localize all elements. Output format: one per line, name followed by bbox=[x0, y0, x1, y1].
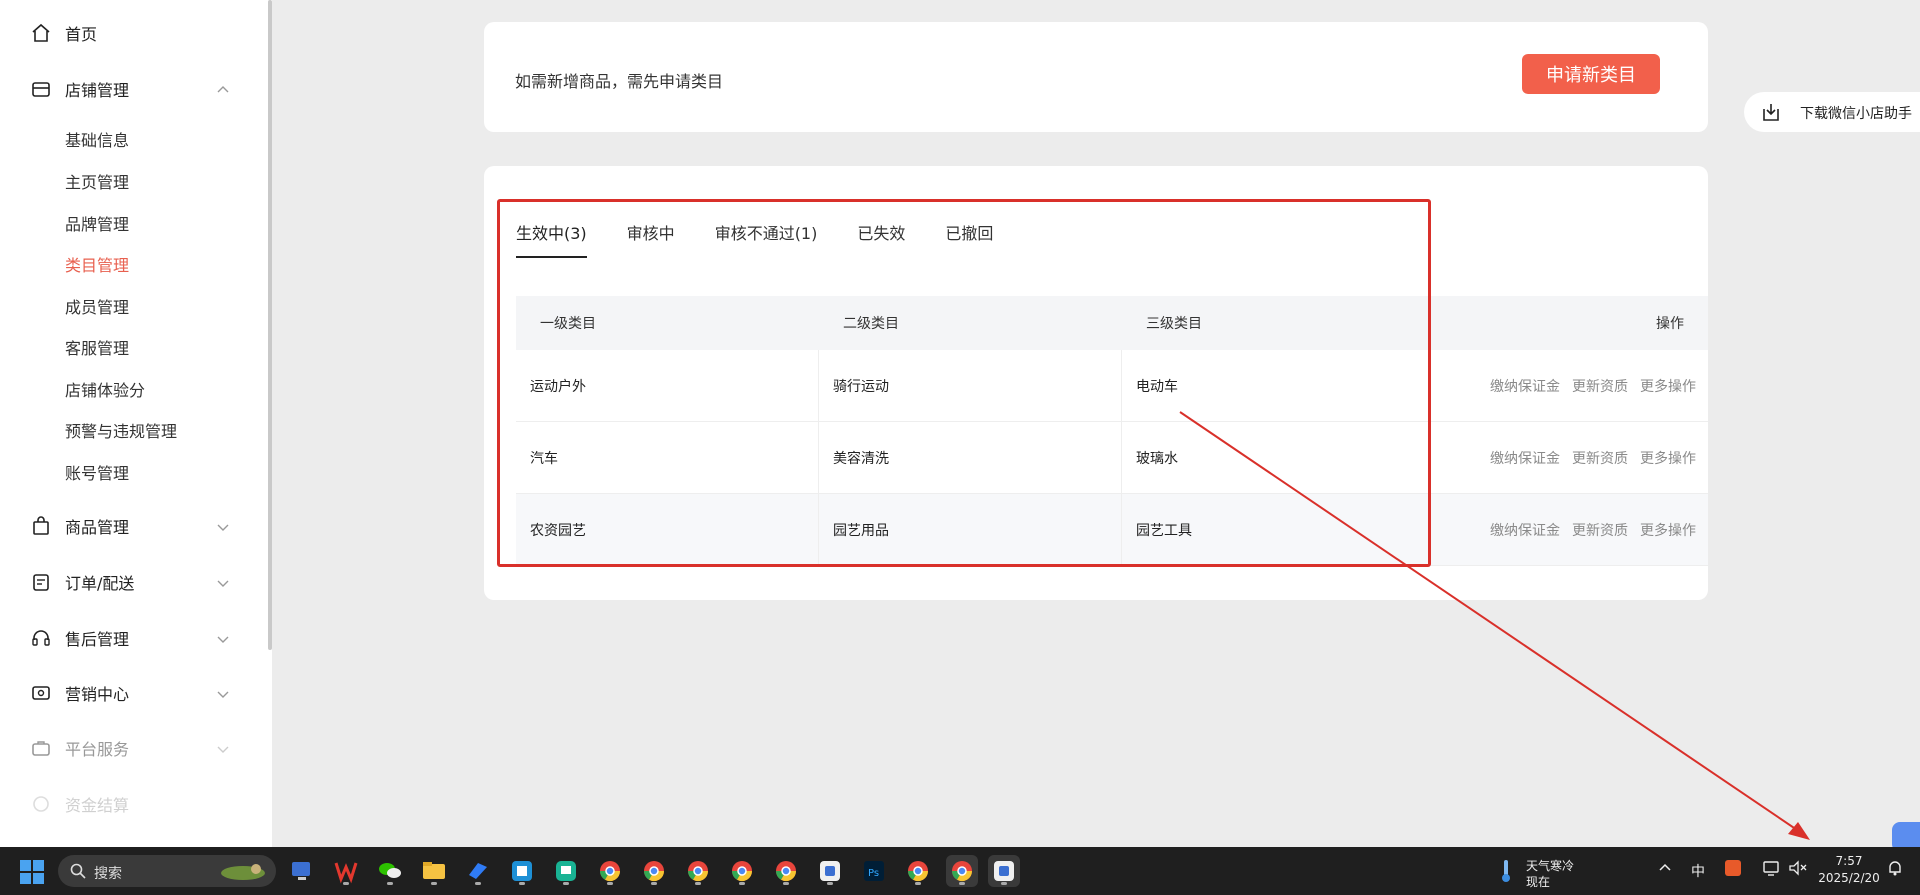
weather-time: 现在 bbox=[1526, 875, 1551, 889]
chevron-down-icon bbox=[216, 741, 230, 755]
apply-hint: 如需新增商品，需先申请类目 bbox=[515, 72, 724, 91]
sidebar-item-members[interactable]: 成员管理 bbox=[65, 294, 129, 318]
nav-marketing[interactable]: 营销中心 bbox=[0, 673, 250, 713]
sidebar-item-experience-score[interactable]: 店铺体验分 bbox=[65, 377, 145, 401]
order-icon bbox=[30, 571, 52, 593]
sidebar-item-basic-info[interactable]: 基础信息 bbox=[65, 127, 129, 151]
headset-icon bbox=[30, 627, 52, 649]
volume-muted-icon[interactable] bbox=[1788, 859, 1808, 881]
chevron-down-icon bbox=[216, 519, 230, 533]
nav-orders-label: 订单/配送 bbox=[65, 574, 135, 593]
ime-indicator[interactable]: 中 bbox=[1691, 861, 1705, 881]
download-assistant-label: 下载微信小店助手 bbox=[1800, 106, 1912, 122]
search-icon bbox=[70, 863, 86, 879]
taskbar-search-label: 搜索 bbox=[94, 866, 122, 882]
weather-widget[interactable]: 天气寒冷 现在 bbox=[1500, 855, 1590, 889]
nav-platform-label: 平台服务 bbox=[65, 740, 130, 759]
sidebar-item-homepage[interactable]: 主页管理 bbox=[65, 169, 129, 193]
more-actions-link[interactable]: 更多操作 bbox=[1640, 448, 1696, 468]
taskbar-app-chrome-icon[interactable] bbox=[726, 855, 758, 887]
nav-aftersale-label: 售后管理 bbox=[65, 630, 130, 649]
sidebar-scrollbar[interactable] bbox=[268, 0, 272, 650]
nav-aftersale[interactable]: 售后管理 bbox=[0, 618, 250, 658]
taskbar-app-folder-icon[interactable] bbox=[418, 855, 450, 887]
header-ops: 操作 bbox=[1656, 316, 1684, 332]
nav-product[interactable]: 商品管理 bbox=[0, 506, 250, 546]
briefcase-icon bbox=[30, 737, 52, 759]
tray-expand-icon[interactable] bbox=[1658, 861, 1672, 879]
search-highlight-icon bbox=[218, 859, 268, 883]
chevron-down-icon bbox=[216, 575, 230, 589]
taskbar-app-green-icon[interactable] bbox=[550, 855, 582, 887]
taskbar-app-blue-icon[interactable] bbox=[506, 855, 538, 887]
home-icon bbox=[30, 22, 52, 44]
taskbar-app-photoshop-icon[interactable]: Ps bbox=[858, 855, 890, 887]
sidebar-item-warnings[interactable]: 预警与违规管理 bbox=[65, 418, 177, 442]
taskbar-app-chrome-icon[interactable] bbox=[770, 855, 802, 887]
weather-condition: 天气寒冷 bbox=[1526, 859, 1575, 873]
more-actions-link[interactable]: 更多操作 bbox=[1640, 376, 1696, 396]
taskbar: 搜索 Ps 天气寒冷 现在 中 7:57 2025/2/20 bbox=[0, 847, 1920, 895]
update-qualification-link[interactable]: 更新资质 bbox=[1572, 448, 1628, 468]
taskbar-app-chrome-icon[interactable] bbox=[946, 855, 978, 887]
taskbar-app-white-icon[interactable] bbox=[814, 855, 846, 887]
nav-store-label: 店铺管理 bbox=[65, 81, 130, 100]
row-actions: 缴纳保证金 更新资质 更多操作 bbox=[1425, 422, 1708, 493]
row-actions: 缴纳保证金 更新资质 更多操作 bbox=[1425, 350, 1708, 421]
taskbar-app-chrome-icon[interactable] bbox=[594, 855, 626, 887]
pay-deposit-link[interactable]: 缴纳保证金 bbox=[1490, 520, 1560, 540]
nav-orders[interactable]: 订单/配送 bbox=[0, 562, 250, 602]
sogou-ime-icon[interactable] bbox=[1724, 859, 1742, 881]
notification-bell-icon[interactable] bbox=[1886, 859, 1904, 881]
pay-deposit-link[interactable]: 缴纳保证金 bbox=[1490, 448, 1560, 468]
annotation-highlight-box bbox=[497, 199, 1431, 567]
svg-text:Ps: Ps bbox=[868, 868, 879, 879]
apply-category-card: 如需新增商品，需先申请类目 申请新类目 bbox=[484, 22, 1708, 132]
clock-date: 2025/2/20 bbox=[1818, 871, 1880, 885]
thermometer-icon bbox=[1500, 859, 1512, 883]
sidebar-item-customer-service[interactable]: 客服管理 bbox=[65, 335, 129, 359]
taskbar-app-feishu-icon[interactable] bbox=[462, 855, 494, 887]
taskbar-search[interactable]: 搜索 bbox=[58, 855, 276, 887]
download-icon bbox=[1760, 101, 1782, 123]
shopping-bag-icon bbox=[30, 515, 52, 537]
ticket-icon bbox=[30, 682, 52, 704]
taskbar-app-monitor-icon[interactable] bbox=[286, 855, 318, 887]
sidebar-item-account[interactable]: 账号管理 bbox=[65, 460, 129, 484]
nav-product-label: 商品管理 bbox=[65, 518, 130, 537]
taskbar-app-chrome-icon[interactable] bbox=[638, 855, 670, 887]
sidebar-item-brand[interactable]: 品牌管理 bbox=[65, 211, 129, 235]
clock-time: 7:57 bbox=[1835, 854, 1863, 868]
nav-store[interactable]: 店铺管理 bbox=[0, 69, 250, 109]
system-clock[interactable]: 7:57 2025/2/20 bbox=[1818, 853, 1880, 887]
windows-start-icon[interactable] bbox=[20, 860, 44, 884]
taskbar-app-chrome-icon[interactable] bbox=[682, 855, 714, 887]
nav-platform[interactable]: 平台服务 bbox=[0, 728, 250, 768]
update-qualification-link[interactable]: 更新资质 bbox=[1572, 376, 1628, 396]
taskbar-app-white-icon[interactable] bbox=[988, 855, 1020, 887]
sidebar-item-category[interactable]: 类目管理 bbox=[65, 252, 129, 276]
taskbar-app-wps-icon[interactable] bbox=[330, 855, 362, 887]
chevron-up-icon bbox=[216, 82, 230, 96]
store-icon bbox=[30, 78, 52, 100]
coin-icon bbox=[30, 793, 52, 815]
chevron-down-icon bbox=[216, 631, 230, 645]
chevron-down-icon bbox=[216, 686, 230, 700]
nav-home[interactable]: 首页 bbox=[0, 13, 250, 53]
download-assistant-button[interactable]: 下载微信小店助手 bbox=[1744, 92, 1920, 132]
nav-home-label: 首页 bbox=[65, 25, 98, 44]
taskbar-app-wechat-icon[interactable] bbox=[374, 855, 406, 887]
taskbar-app-chrome-icon[interactable] bbox=[902, 855, 934, 887]
update-qualification-link[interactable]: 更新资质 bbox=[1572, 520, 1628, 540]
nav-settlement-label: 资金结算 bbox=[65, 796, 130, 815]
sidebar: 首页 店铺管理 基础信息 主页管理 品牌管理 类目管理 成员管理 客服管理 店铺… bbox=[0, 0, 272, 847]
row-actions: 缴纳保证金 更新资质 更多操作 bbox=[1425, 494, 1708, 565]
network-icon[interactable] bbox=[1762, 859, 1780, 881]
nav-marketing-label: 营销中心 bbox=[65, 685, 130, 704]
nav-settlement[interactable]: 资金结算 bbox=[0, 784, 250, 824]
apply-new-category-button[interactable]: 申请新类目 bbox=[1522, 54, 1660, 94]
pay-deposit-link[interactable]: 缴纳保证金 bbox=[1490, 376, 1560, 396]
more-actions-link[interactable]: 更多操作 bbox=[1640, 520, 1696, 540]
